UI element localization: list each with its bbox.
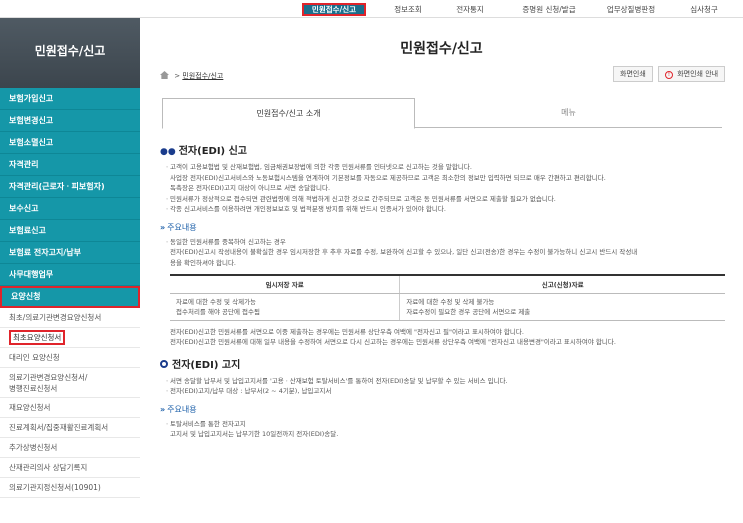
double-chevron-icon: » — [160, 222, 166, 232]
paragraph: 전자(EDI)신고시 작성내용이 불확실한 경우 임시저장한 후 추후 자료를 … — [170, 248, 638, 256]
table-header: 임시저장 자료 — [170, 274, 400, 294]
sidebar-subitem-institution-change[interactable]: 의료기관변경요양신청서/ 병행진료신청서 — [0, 368, 140, 398]
sidebar-subitem-label: 최초요양신청서 — [9, 330, 66, 345]
paragraph: ㆍ민원서류가 정상적으로 접수되면 관련법령에 의해 적법하게 신고한 것으로 … — [164, 194, 556, 203]
sidebar-item-qualification[interactable]: 자격관리 — [0, 154, 140, 176]
page-title: 민원접수/신고 — [400, 41, 483, 57]
table-cell-line: 자료수정이 필요한 경우 공단에 서면으로 제출 — [406, 307, 531, 316]
sidebar-item-wage-report[interactable]: 보수신고 — [0, 198, 140, 220]
sidebar-subitem-institution-designation[interactable]: 의료기관지정신청서(10901) — [0, 478, 140, 498]
breadcrumb-separator: > — [174, 72, 181, 80]
topnav-item-electronic-notice[interactable]: 전자통지 — [446, 3, 494, 16]
sidebar-title: 민원접수/신고 — [0, 18, 140, 88]
topnav-item-certificate[interactable]: 증명원 신청/발급 — [514, 3, 584, 16]
section-heading-edi-notice: 전자(EDI) 고지 — [160, 356, 735, 371]
sidebar-subitem-initial-change-application[interactable]: 최초/의료기관변경요양신청서 — [0, 308, 140, 328]
ring-bullet-icon — [160, 359, 168, 368]
paragraph: ㆍ토탈서비스를 통한 전자고지 — [164, 419, 246, 428]
paragraph: 고지서 및 납입고지서는 납부기한 10일전까지 전자(EDI)송달. — [170, 430, 339, 438]
paragraph: 전자(EDI)신고한 민원서류에 대해 일부 내용을 수정하여 서면으로 다시 … — [170, 338, 616, 346]
topnav-item-occupational-disease[interactable]: 업무상질병판정 — [596, 3, 666, 16]
sidebar-item-insurance-join[interactable]: 보험가입신고 — [0, 88, 140, 110]
tab-menu[interactable]: 메뉴 — [415, 98, 722, 128]
sidebar-subitem-label: 의료기관변경요양신청서/ — [9, 373, 88, 382]
paragraph: ㆍ고객이 고용보험법 및 산재보험법, 임금채권보장법에 의한 각종 민원서류를… — [164, 163, 472, 171]
table-header: 신고(신청)자료 — [399, 274, 725, 294]
breadcrumb: > 민원접수/신고 — [160, 71, 223, 81]
main-content: 민원접수/신고 > 민원접수/신고 화면인쇄 ! 화면인쇄 안내 민원접수/신고… — [140, 18, 743, 523]
paragraph: 전자(EDI)신고한 민원서류를 서면으로 이중 제출하는 경우에는 민원서류 … — [170, 327, 524, 336]
sidebar-subitem-proxy-application[interactable]: 대리인 요양신청 — [0, 348, 140, 368]
section-heading-text: 전자(EDI) 고지 — [172, 359, 241, 371]
bullet-dots-icon: ●● — [160, 147, 176, 157]
intro-content: ●● 전자(EDI) 신고 ㆍ고객이 고용보험법 및 산재보험법, 임금채권보장법… — [160, 136, 735, 440]
sidebar: 민원접수/신고 보험가입신고 보험변경신고 보험소멸신고 자격관리 자격관리(근… — [0, 18, 140, 523]
sidebar-item-premium-report[interactable]: 보험료신고 — [0, 220, 140, 242]
topnav-item-info-inquiry[interactable]: 정보조회 — [384, 3, 432, 16]
paragraph: 사업장 전자(EDI)신고서비스와 노동보험시스템을 연계하여 기본정보를 자동… — [170, 173, 606, 182]
print-button[interactable]: 화면인쇄 — [613, 66, 653, 82]
double-chevron-icon: » — [160, 404, 166, 414]
sidebar-item-premium-payment[interactable]: 보험료 전자고지/납부 — [0, 242, 140, 264]
top-navigation: 민원접수/신고 정보조회 전자통지 증명원 신청/발급 업무상질병판정 심사청구 — [0, 0, 743, 18]
table-cell-line: 자료에 대한 수정 및 삭제가능 — [176, 297, 257, 306]
subsection-heading-text: 주요내용 — [167, 222, 197, 232]
sidebar-item-insurance-termination[interactable]: 보험소멸신고 — [0, 132, 140, 154]
paragraph: ㆍ서면 송달할 납부서 및 납입고지서를 '고용ㆍ산재보험 토탈서비스'를 통하… — [164, 376, 508, 385]
section-heading-edi-report: ●● 전자(EDI) 신고 — [160, 142, 735, 157]
paragraph: ㆍ전자(EDI)고지/납부 대상 : 납부서(2 ~ 4기분), 납입고지서 — [164, 387, 332, 395]
table-cell: 자료에 대한 수정 및 삭제가능 접수처리를 해야 공단에 접수됨 — [170, 293, 400, 321]
sidebar-subitem-additional-disease[interactable]: 추가상병신청서 — [0, 438, 140, 458]
paragraph: 독촉장은 전자(EDI)고지 대상이 아니므로 서면 송달합니다. — [170, 184, 331, 192]
sidebar-item-medical-care-application[interactable]: 요양신청 — [0, 286, 140, 308]
print-guide-label: 화면인쇄 안내 — [677, 70, 719, 78]
paragraph: ㆍ동일한 민원서류를 중복하여 신고하는 경우 — [164, 237, 286, 246]
table-row: 자료에 대한 수정 및 삭제가능 접수처리를 해야 공단에 접수됨 자료에 대한… — [170, 293, 725, 321]
section-heading-text: 전자(EDI) 신고 — [178, 146, 247, 157]
table-cell-line: 접수처리를 해야 공단에 접수됨 — [176, 307, 260, 316]
sidebar-subitem-doctor-consult-record[interactable]: 산재관리의사 상담기록지 — [0, 458, 140, 478]
subsection-heading-text: 주요내용 — [167, 404, 197, 414]
paragraph: ㆍ각종 신고서비스를 이용하려면 개인정보보호 및 법적분쟁 방지를 위해 반드… — [164, 205, 446, 213]
topnav-item-civil-complaint[interactable]: 민원접수/신고 — [302, 3, 366, 16]
home-icon[interactable] — [160, 71, 169, 79]
table-cell: 자료에 대한 수정 및 삭제 불가능 자료수정이 필요한 경우 공단에 서면으로… — [399, 293, 725, 321]
sidebar-subitem-label-line2: 병행진료신청서 — [9, 384, 58, 393]
tab-bar: 민원접수/신고 소개 메뉴 — [162, 98, 722, 129]
table-cell-line: 자료에 대한 수정 및 삭제 불가능 — [406, 297, 495, 306]
print-button-label: 화면인쇄 — [620, 70, 646, 78]
tab-introduction[interactable]: 민원접수/신고 소개 — [162, 98, 415, 129]
breadcrumb-link[interactable]: 민원접수/신고 — [182, 72, 223, 80]
alert-icon: ! — [665, 71, 673, 79]
sidebar-subitem-treatment-plan[interactable]: 진료계획서/집중재활진료계획서 — [0, 418, 140, 438]
sidebar-item-qualification-workers[interactable]: 자격관리(근로자ㆍ피보험자) — [0, 176, 140, 198]
topnav-item-appeal[interactable]: 심사청구 — [680, 3, 728, 16]
sidebar-item-insurance-change[interactable]: 보험변경신고 — [0, 110, 140, 132]
sidebar-subitem-recare-application[interactable]: 재요양신청서 — [0, 398, 140, 418]
print-guide-button[interactable]: ! 화면인쇄 안내 — [658, 66, 726, 82]
subsection-heading: » 주요내용 — [160, 222, 735, 233]
sidebar-subitem-initial-application[interactable]: 최초요양신청서 — [0, 328, 140, 348]
sidebar-item-agency-service[interactable]: 사무대행업무 — [0, 264, 140, 286]
subsection-heading: » 주요내용 — [160, 404, 735, 415]
comparison-table: 임시저장 자료 신고(신청)자료 자료에 대한 수정 및 삭제가능 접수처리를 … — [170, 274, 725, 321]
paragraph: 용을 확인하셔야 합니다. — [170, 258, 236, 267]
